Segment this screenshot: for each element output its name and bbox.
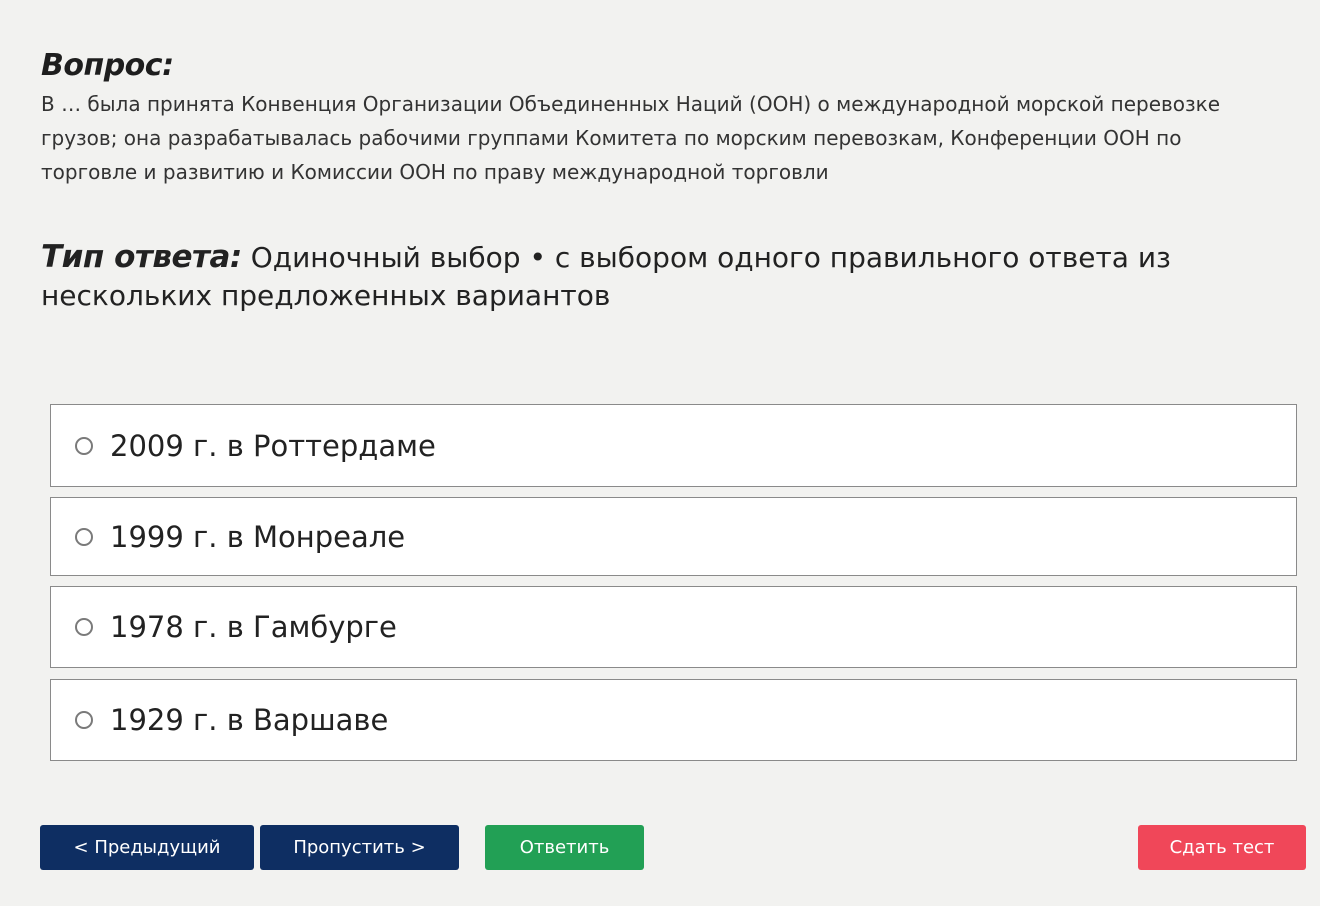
answer-options: 2009 г. в Роттердаме 1999 г. в Монреале … xyxy=(50,404,1297,761)
answer-option-label: 1999 г. в Монреале xyxy=(110,519,406,554)
radio-button-icon[interactable] xyxy=(75,711,93,729)
previous-button[interactable]: < Предыдущий xyxy=(40,825,254,870)
question-heading: Вопрос: xyxy=(41,48,174,83)
answer-option-1[interactable]: 2009 г. в Роттердаме xyxy=(50,404,1297,487)
answer-option-3[interactable]: 1978 г. в Гамбурге xyxy=(50,586,1297,668)
answer-option-2[interactable]: 1999 г. в Монреале xyxy=(50,497,1297,576)
answer-option-label: 1929 г. в Варшаве xyxy=(110,703,389,737)
radio-button-icon[interactable] xyxy=(75,527,93,546)
skip-button[interactable]: Пропустить > xyxy=(260,825,459,870)
radio-button-icon[interactable] xyxy=(75,436,93,455)
answer-type-label: Тип ответа: xyxy=(41,239,242,275)
answer-button[interactable]: Ответить xyxy=(485,825,644,870)
radio-button-icon[interactable] xyxy=(75,618,93,636)
question-text: В … была принята Конвенция Организации О… xyxy=(41,92,1221,184)
answer-option-label: 2009 г. в Роттердаме xyxy=(110,428,436,463)
answer-option-4[interactable]: 1929 г. в Варшаве xyxy=(50,679,1297,761)
answer-option-label: 1978 г. в Гамбурге xyxy=(110,610,397,644)
submit-test-button[interactable]: Сдать тест xyxy=(1138,825,1306,870)
answer-type: Тип ответа: Одиночный выбор • с выбором … xyxy=(41,238,1291,315)
